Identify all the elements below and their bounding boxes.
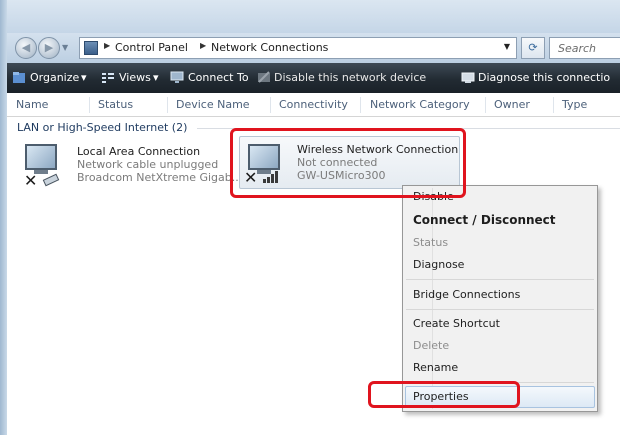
menu-separator [406,279,594,280]
search-placeholder: Search [558,42,597,55]
menu-item-rename[interactable]: Rename [413,361,458,374]
address-bar[interactable]: ▶ Control Panel ▶ Network Connections ▼ [79,37,517,59]
column-divider[interactable] [553,97,554,113]
column-divider[interactable] [89,97,90,113]
menu-item-create-shortcut[interactable]: Create Shortcut [413,317,500,330]
back-button[interactable]: ◀ [15,37,37,59]
connection-name: Local Area Connection [77,145,201,158]
search-input[interactable]: Search [549,37,620,59]
group-header[interactable]: LAN or High-Speed Internet (2) [17,121,187,134]
column-header-owner[interactable]: Owner [494,94,530,116]
column-divider[interactable] [167,97,168,113]
refresh-icon: ⟳ [528,41,538,54]
title-bar[interactable] [7,0,620,33]
views-chevron-down-icon[interactable]: ▾ [153,71,159,84]
breadcrumb-control-panel[interactable]: Control Panel [115,41,188,54]
menu-item-connect-disconnect[interactable]: Connect / Disconnect [413,213,556,227]
column-divider[interactable] [270,97,271,113]
column-header-name[interactable]: Name [16,94,48,116]
column-header-connectivity[interactable]: Connectivity [279,94,348,116]
menu-item-diagnose[interactable]: Diagnose [413,258,464,271]
column-header-status[interactable]: Status [98,94,133,116]
views-button[interactable]: Views [119,71,151,84]
menu-item-delete[interactable]: Delete [413,339,449,352]
menu-separator [406,309,594,310]
connect-to-button[interactable]: Connect To [188,71,249,84]
column-divider[interactable] [485,97,486,113]
forward-arrow-icon: ▶ [44,41,54,54]
breadcrumb-separator-icon[interactable]: ▶ [200,41,206,50]
organize-chevron-down-icon[interactable]: ▾ [81,71,87,84]
explorer-window: ◀ ▶ ▼ ▶ Control Panel ▶ Network Connecti… [0,0,620,435]
connection-status: Network cable unplugged [77,158,219,171]
back-arrow-icon: ◀ [21,41,31,54]
disconnected-x-icon: ✕ [24,171,38,190]
breadcrumb-network-connections[interactable]: Network Connections [211,41,328,54]
views-icon [102,73,114,83]
forward-button[interactable]: ▶ [38,37,60,59]
menu-item-bridge-connections[interactable]: Bridge Connections [413,288,520,301]
control-panel-icon [84,41,98,55]
list-item-local-area-connection[interactable]: ✕ Local Area Connection Network cable un… [20,142,242,190]
network-adapter-icon [25,144,57,170]
organize-icon [13,72,25,83]
organize-button[interactable]: Organize [30,71,79,84]
address-row: ◀ ▶ ▼ ▶ Control Panel ▶ Network Connecti… [7,33,620,63]
context-menu: Disable Connect / Disconnect Status Diag… [402,185,598,412]
connect-to-icon [170,71,184,83]
column-header-type[interactable]: Type [562,94,587,116]
recent-pages-chevron-down-icon[interactable]: ▼ [62,43,72,53]
network-cable-icon [42,173,60,187]
column-header-row: Name Status Device Name Connectivity Net… [7,94,620,117]
annotation-highlight-wireless [230,128,466,198]
refresh-button[interactable]: ⟳ [521,37,545,59]
column-header-device-name[interactable]: Device Name [176,94,250,116]
connection-device: Broadcom NetXtreme Gigab... [77,171,243,184]
disable-device-button[interactable]: Disable this network device [274,71,426,84]
diagnose-connection-button[interactable]: Diagnose this connectio [478,71,610,84]
column-header-network-category[interactable]: Network Category [370,94,470,116]
disable-device-icon [258,71,270,83]
diagnose-icon [461,72,475,83]
window-frame-left [0,0,7,435]
address-dropdown-chevron-down-icon[interactable]: ▼ [504,42,510,51]
menu-item-status[interactable]: Status [413,236,448,249]
column-divider[interactable] [360,97,361,113]
window-bottom [7,430,620,435]
command-bar: Organize ▾ Views ▾ Connect To Disable th… [7,63,620,93]
annotation-highlight-properties [368,381,520,408]
breadcrumb-separator-icon[interactable]: ▶ [104,41,110,50]
